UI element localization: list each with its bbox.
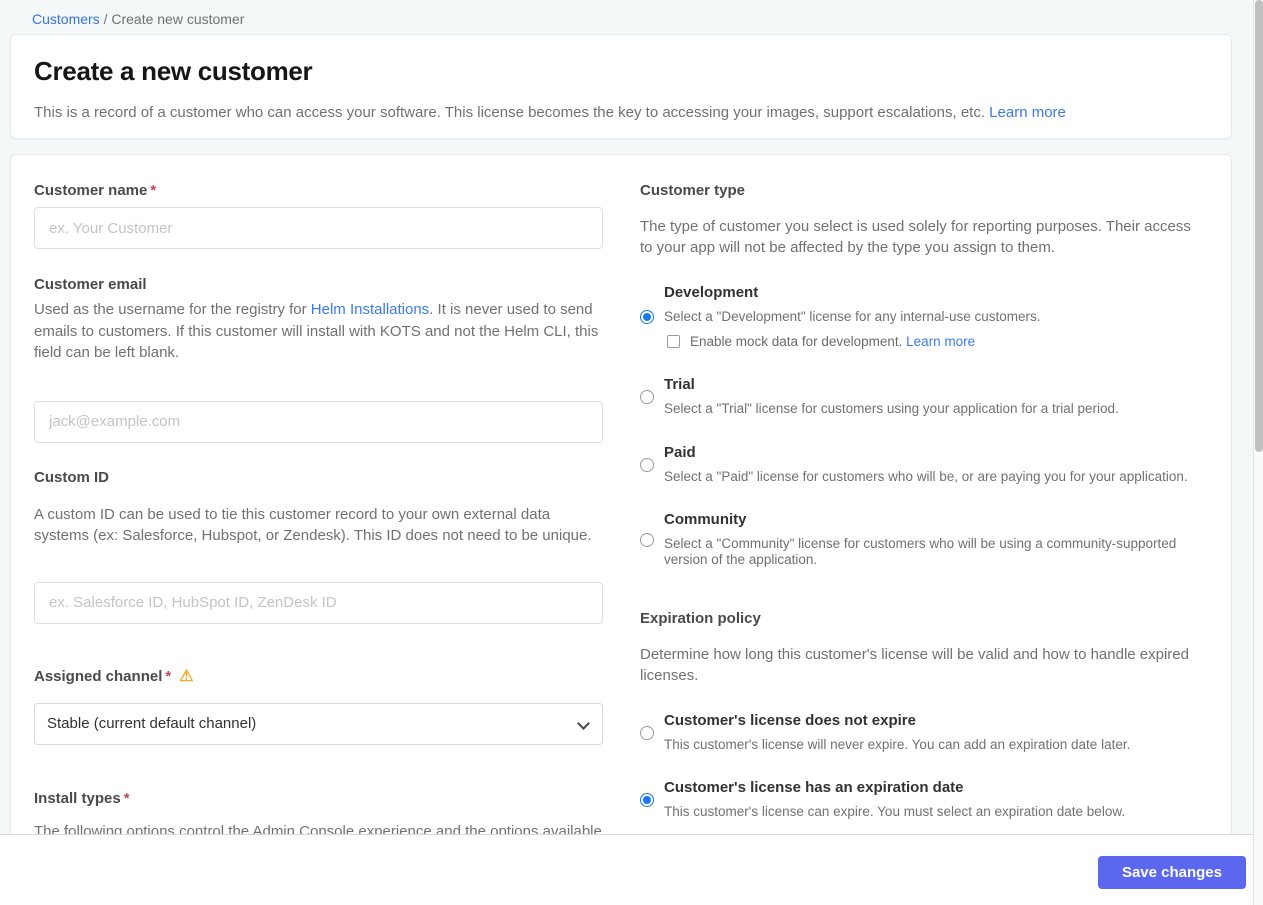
community-radio-content: Community Select a "Community" license f… bbox=[664, 512, 1193, 568]
radio-option-paid[interactable]: Paid Select a "Paid" license for custome… bbox=[640, 445, 1193, 485]
radio-option-community[interactable]: Community Select a "Community" license f… bbox=[640, 512, 1193, 568]
has-expiration-radio-description: This customer's license can expire. You … bbox=[664, 804, 1126, 819]
customer-email-input[interactable] bbox=[34, 400, 603, 443]
trial-radio-description: Select a "Trial" license for customers u… bbox=[664, 401, 1119, 416]
breadcrumb-link-customers[interactable]: Customers bbox=[32, 11, 100, 27]
customer-name-input[interactable] bbox=[34, 207, 603, 249]
trial-radio-content: Trial Select a "Trial" license for custo… bbox=[664, 377, 1193, 417]
customer-name-label: Customer name * bbox=[34, 182, 157, 199]
page-description: This is a record of a customer who can a… bbox=[34, 102, 1208, 123]
development-radio-button[interactable] bbox=[640, 310, 654, 324]
helm-installations-link[interactable]: Helm Installations bbox=[311, 301, 429, 318]
paid-radio-label: Paid bbox=[664, 444, 696, 461]
form-right-column: Customer type The type of customer you s… bbox=[640, 182, 1193, 864]
community-radio-button[interactable] bbox=[640, 533, 654, 547]
page-description-text: This is a record of a customer who can a… bbox=[34, 104, 985, 121]
mock-data-checkbox-row[interactable]: Enable mock data for development. Learn … bbox=[664, 334, 1193, 349]
expiration-policy-label: Expiration policy bbox=[640, 610, 761, 627]
paid-radio-content: Paid Select a "Paid" license for custome… bbox=[664, 445, 1193, 485]
customer-type-label: Customer type bbox=[640, 182, 746, 199]
radio-option-trial[interactable]: Trial Select a "Trial" license for custo… bbox=[640, 377, 1193, 417]
trial-radio-label: Trial bbox=[664, 376, 695, 393]
expiration-policy-description: Determine how long this customer's licen… bbox=[640, 646, 1189, 684]
required-asterisk: * bbox=[123, 789, 130, 807]
required-asterisk: * bbox=[165, 667, 172, 685]
warning-icon: ⚠ bbox=[179, 667, 194, 685]
community-radio-label: Community bbox=[664, 511, 747, 528]
scrollbar-thumb[interactable] bbox=[1255, 0, 1263, 452]
page-title: Create a new customer bbox=[34, 56, 313, 86]
no-expire-radio-content: Customer's license does not expire This … bbox=[664, 713, 1193, 753]
customer-email-description: Used as the username for the registry fo… bbox=[34, 301, 599, 361]
save-changes-button[interactable]: Save changes bbox=[1097, 856, 1246, 889]
customer-email-label: Customer email bbox=[34, 276, 147, 293]
breadcrumb-current: Create new customer bbox=[111, 11, 245, 27]
page-header-card: Create a new customer This is a record o… bbox=[10, 34, 1232, 139]
form-left-column: Customer name* Customer email Used as th… bbox=[34, 182, 603, 864]
assigned-channel-label: Assigned channel * ⚠ bbox=[34, 667, 194, 685]
footer-action-bar: Save changes bbox=[0, 834, 1253, 905]
paid-radio-description: Select a "Paid" license for customers wh… bbox=[664, 469, 1188, 484]
no-expire-radio-description: This customer's license will never expir… bbox=[664, 737, 1131, 752]
required-asterisk: * bbox=[150, 182, 157, 199]
mock-data-learn-more-link[interactable]: Learn more bbox=[906, 334, 975, 349]
customer-type-description: The type of customer you select is used … bbox=[640, 218, 1191, 256]
scrollbar[interactable] bbox=[1253, 0, 1263, 905]
development-radio-description: Select a "Development" license for any i… bbox=[664, 309, 1041, 324]
assigned-channel-field: Assigned channel * ⚠ Stable (current defau… bbox=[34, 666, 603, 745]
custom-id-input[interactable] bbox=[34, 581, 603, 624]
expiration-policy-section: Expiration policy Determine how long thi… bbox=[640, 610, 1193, 820]
custom-id-field: Custom ID A custom ID can be used to tie… bbox=[34, 469, 603, 624]
radio-option-has-expiration[interactable]: Customer's license has an expiration dat… bbox=[640, 780, 1193, 820]
paid-radio-button[interactable] bbox=[640, 458, 654, 472]
has-expiration-radio-button[interactable] bbox=[640, 793, 654, 807]
mock-data-checkbox[interactable] bbox=[667, 335, 680, 348]
customer-name-field: Customer name * bbox=[34, 182, 603, 249]
header-learn-more-link[interactable]: Learn more bbox=[989, 104, 1066, 121]
assigned-channel-select[interactable]: Stable (current default channel) bbox=[34, 702, 603, 745]
customer-type-section: Customer type The type of customer you s… bbox=[640, 182, 1193, 568]
customer-email-field: Customer email Used as the username for … bbox=[34, 276, 603, 443]
trial-radio-button[interactable] bbox=[640, 390, 654, 404]
custom-id-label: Custom ID bbox=[34, 468, 109, 486]
customer-form-card: Customer name* Customer email Used as th… bbox=[10, 154, 1232, 905]
development-radio-label: Development bbox=[664, 284, 759, 301]
has-expiration-radio-label: Customer's license has an expiration dat… bbox=[664, 779, 964, 796]
development-radio-content: Development Select a "Development" licen… bbox=[664, 284, 1193, 350]
breadcrumb: Customers / Create new customer bbox=[0, 0, 1263, 27]
no-expire-radio-label: Customer's license does not expire bbox=[664, 712, 916, 729]
custom-id-description: A custom ID can be used to tie this cust… bbox=[34, 505, 592, 545]
has-expiration-radio-content: Customer's license has an expiration dat… bbox=[664, 780, 1193, 820]
install-types-label: Install types * bbox=[34, 789, 130, 807]
radio-option-development[interactable]: Development Select a "Development" licen… bbox=[640, 285, 1193, 349]
community-radio-description: Select a "Community" license for custome… bbox=[664, 536, 1177, 567]
radio-option-no-expire[interactable]: Customer's license does not expire This … bbox=[640, 713, 1193, 753]
no-expire-radio-button[interactable] bbox=[640, 726, 654, 740]
mock-data-label: Enable mock data for development. Learn … bbox=[690, 334, 976, 349]
